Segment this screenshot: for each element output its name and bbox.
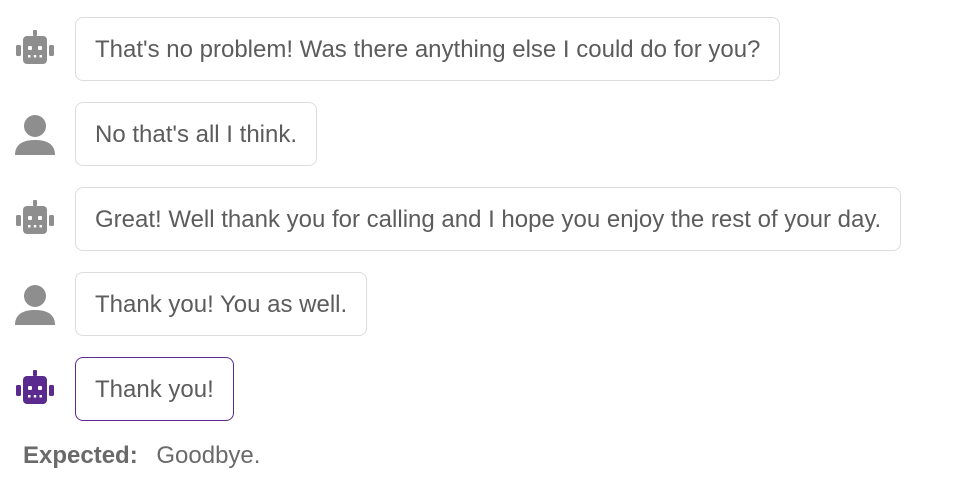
message-bubble: No that's all I think. bbox=[75, 102, 318, 166]
chat-message-user: Thank you! You as well. bbox=[0, 272, 972, 338]
robot-icon bbox=[13, 198, 57, 242]
robot-icon bbox=[13, 368, 57, 412]
message-bubble: Thank you! You as well. bbox=[75, 272, 368, 336]
message-bubble-highlighted: Thank you! bbox=[75, 357, 234, 421]
user-icon bbox=[13, 283, 57, 327]
chat-message-user: No that's all I think. bbox=[0, 102, 972, 168]
message-bubble: That's no problem! Was there anything el… bbox=[75, 17, 781, 81]
expected-label: Expected: bbox=[23, 442, 138, 469]
chat-message-bot: That's no problem! Was there anything el… bbox=[0, 17, 972, 83]
chat-message-bot-current: Thank you! bbox=[0, 357, 972, 423]
chat-message-bot: Great! Well thank you for calling and I … bbox=[0, 187, 972, 253]
robot-icon bbox=[13, 28, 57, 72]
user-icon bbox=[13, 113, 57, 157]
expected-value: Goodbye. bbox=[156, 442, 261, 469]
expected-response: Expected: Goodbye. bbox=[23, 440, 260, 472]
message-bubble: Great! Well thank you for calling and I … bbox=[75, 187, 902, 251]
